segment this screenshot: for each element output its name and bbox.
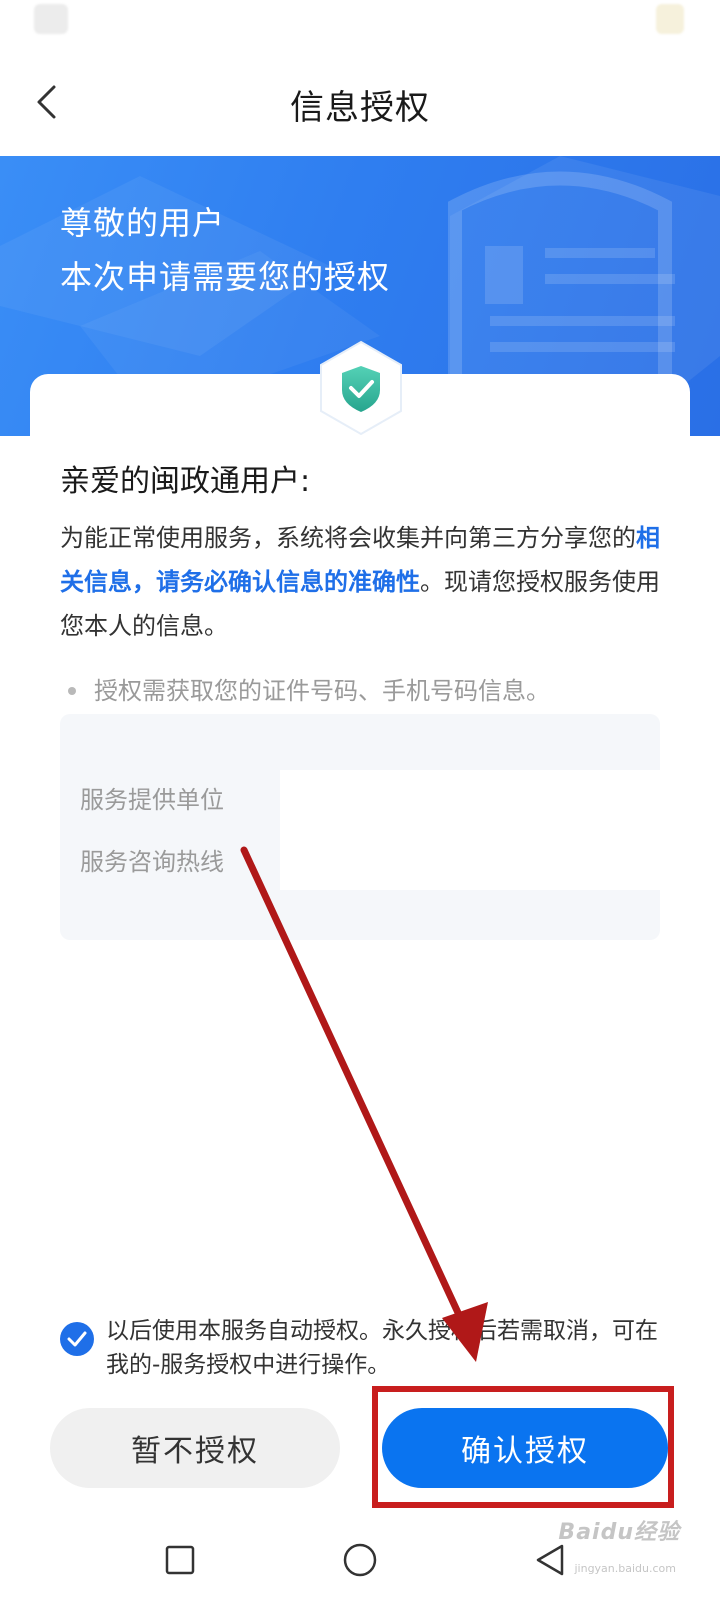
intro-part-1: 为能正常使用服务，系统将会收集并向第三方分享您的 <box>60 524 636 552</box>
bullet-item: 授权需获取您的证件号码、手机号码信息。 <box>60 672 660 710</box>
confirm-button[interactable]: 确认授权 <box>382 1408 668 1488</box>
status-bar <box>0 0 720 50</box>
banner-greeting: 尊敬的用户 本次申请需要您的授权 <box>60 196 390 304</box>
intro-text: 为能正常使用服务，系统将会收集并向第三方分享您的相关信息，请务必确认信息的准确性… <box>60 516 660 648</box>
provider-hotline-label: 服务咨询热线 <box>80 848 224 876</box>
auth-content: 亲爱的闽政通用户: 为能正常使用服务，系统将会收集并向第三方分享您的相关信息，请… <box>60 458 660 710</box>
provider-info-box: 服务提供单位 服务咨询热线 <box>60 714 660 940</box>
bullet-dot-icon <box>68 687 76 695</box>
consent-checkbox[interactable] <box>60 1322 94 1356</box>
redacted-area <box>280 770 660 890</box>
status-icon-right <box>656 4 684 34</box>
check-icon <box>67 1331 87 1347</box>
triangle-left-icon <box>536 1544 564 1576</box>
salutation: 亲爱的闽政通用户: <box>60 464 311 499</box>
nav-back-button[interactable] <box>520 1532 580 1588</box>
consent-text: 以后使用本服务自动授权。永久授权后若需取消，可在我的-服务授权中进行操作。 <box>106 1318 658 1378</box>
authorization-page: 信息授权 尊敬的用户 本次申请需要您的授权 亲爱的闽政通用户: 为能正常使用服务… <box>0 0 720 1600</box>
home-button[interactable] <box>330 1532 390 1588</box>
decline-button[interactable]: 暂不授权 <box>50 1408 340 1488</box>
circle-icon <box>343 1543 377 1577</box>
provider-unit-label: 服务提供单位 <box>80 786 224 814</box>
auto-authorize-consent: 以后使用本服务自动授权。永久授权后若需取消，可在我的-服务授权中进行操作。 <box>60 1314 660 1382</box>
page-title: 信息授权 <box>290 88 430 128</box>
shield-check-icon <box>320 340 402 436</box>
recents-button[interactable] <box>150 1532 210 1588</box>
banner-line-1: 尊敬的用户 <box>60 204 226 242</box>
square-icon <box>165 1545 195 1575</box>
status-icon-left <box>34 4 68 34</box>
banner-line-2: 本次申请需要您的授权 <box>60 258 391 296</box>
bullet-text: 授权需获取您的证件号码、手机号码信息。 <box>94 677 550 705</box>
system-nav-bar <box>0 1520 720 1600</box>
header: 信息授权 <box>0 50 720 156</box>
